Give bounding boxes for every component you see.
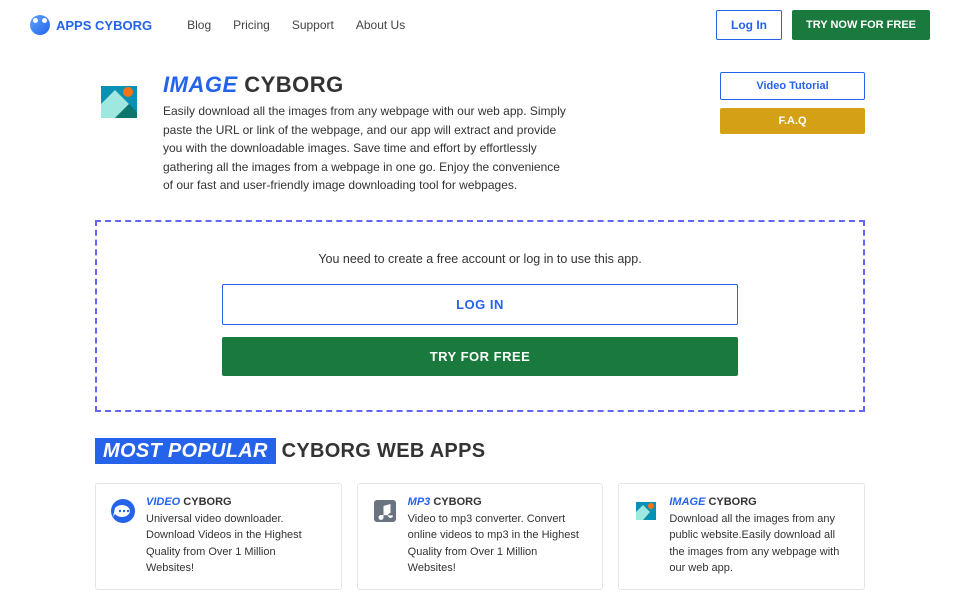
nav-support[interactable]: Support: [292, 18, 334, 32]
nav-right: Log In TRY NOW FOR FREE: [716, 10, 930, 40]
image-app-icon: [95, 78, 143, 126]
app-cards: VIDEO CYBORG Universal video downloader.…: [0, 483, 960, 600]
brand-text-bold: APPS: [56, 18, 91, 33]
card-title: VIDEO CYBORG: [146, 496, 327, 508]
try-now-button[interactable]: TRY NOW FOR FREE: [792, 10, 930, 40]
card-mp3[interactable]: MP3 CYBORG Video to mp3 converter. Conve…: [357, 483, 604, 590]
top-nav: APPS CYBORG Blog Pricing Support About U…: [0, 0, 960, 50]
card-image[interactable]: IMAGE CYBORG Download all the images fro…: [618, 483, 865, 590]
card-title: IMAGE CYBORG: [669, 496, 850, 508]
card-desc: Universal video downloader. Download Vid…: [146, 511, 327, 577]
faq-button[interactable]: F.A.Q: [720, 108, 865, 134]
nav-pricing[interactable]: Pricing: [233, 18, 270, 32]
hero-section: IMAGE CYBORG Easily download all the ima…: [0, 50, 960, 205]
nav-links: Blog Pricing Support About Us: [187, 18, 405, 32]
login-button[interactable]: Log In: [716, 10, 782, 40]
hero-buttons: Video Tutorial F.A.Q: [720, 72, 865, 195]
cta-box: You need to create a free account or log…: [95, 220, 865, 412]
robot-icon: [30, 15, 50, 35]
section-title: MOST POPULAR CYBORG WEB APPS: [95, 440, 865, 463]
page-title: IMAGE CYBORG: [163, 72, 680, 98]
card-title: MP3 CYBORG: [408, 496, 589, 508]
cta-login-button[interactable]: LOG IN: [222, 284, 738, 325]
cta-prompt: You need to create a free account or log…: [222, 252, 738, 266]
mountain-icon: [633, 498, 659, 524]
card-desc: Video to mp3 converter. Convert online v…: [408, 511, 589, 577]
hero-text: IMAGE CYBORG Easily download all the ima…: [163, 72, 680, 195]
brand-logo[interactable]: APPS CYBORG: [30, 15, 152, 35]
nav-blog[interactable]: Blog: [187, 18, 211, 32]
video-tutorial-button[interactable]: Video Tutorial: [720, 72, 865, 100]
music-icon: [372, 498, 398, 524]
card-video[interactable]: VIDEO CYBORG Universal video downloader.…: [95, 483, 342, 590]
chat-icon: [110, 498, 136, 524]
nav-about[interactable]: About Us: [356, 18, 405, 32]
cta-try-button[interactable]: TRY FOR FREE: [222, 337, 738, 376]
brand-text-rest: CYBORG: [95, 18, 152, 33]
hero-description: Easily download all the images from any …: [163, 102, 568, 195]
card-desc: Download all the images from any public …: [669, 511, 850, 577]
